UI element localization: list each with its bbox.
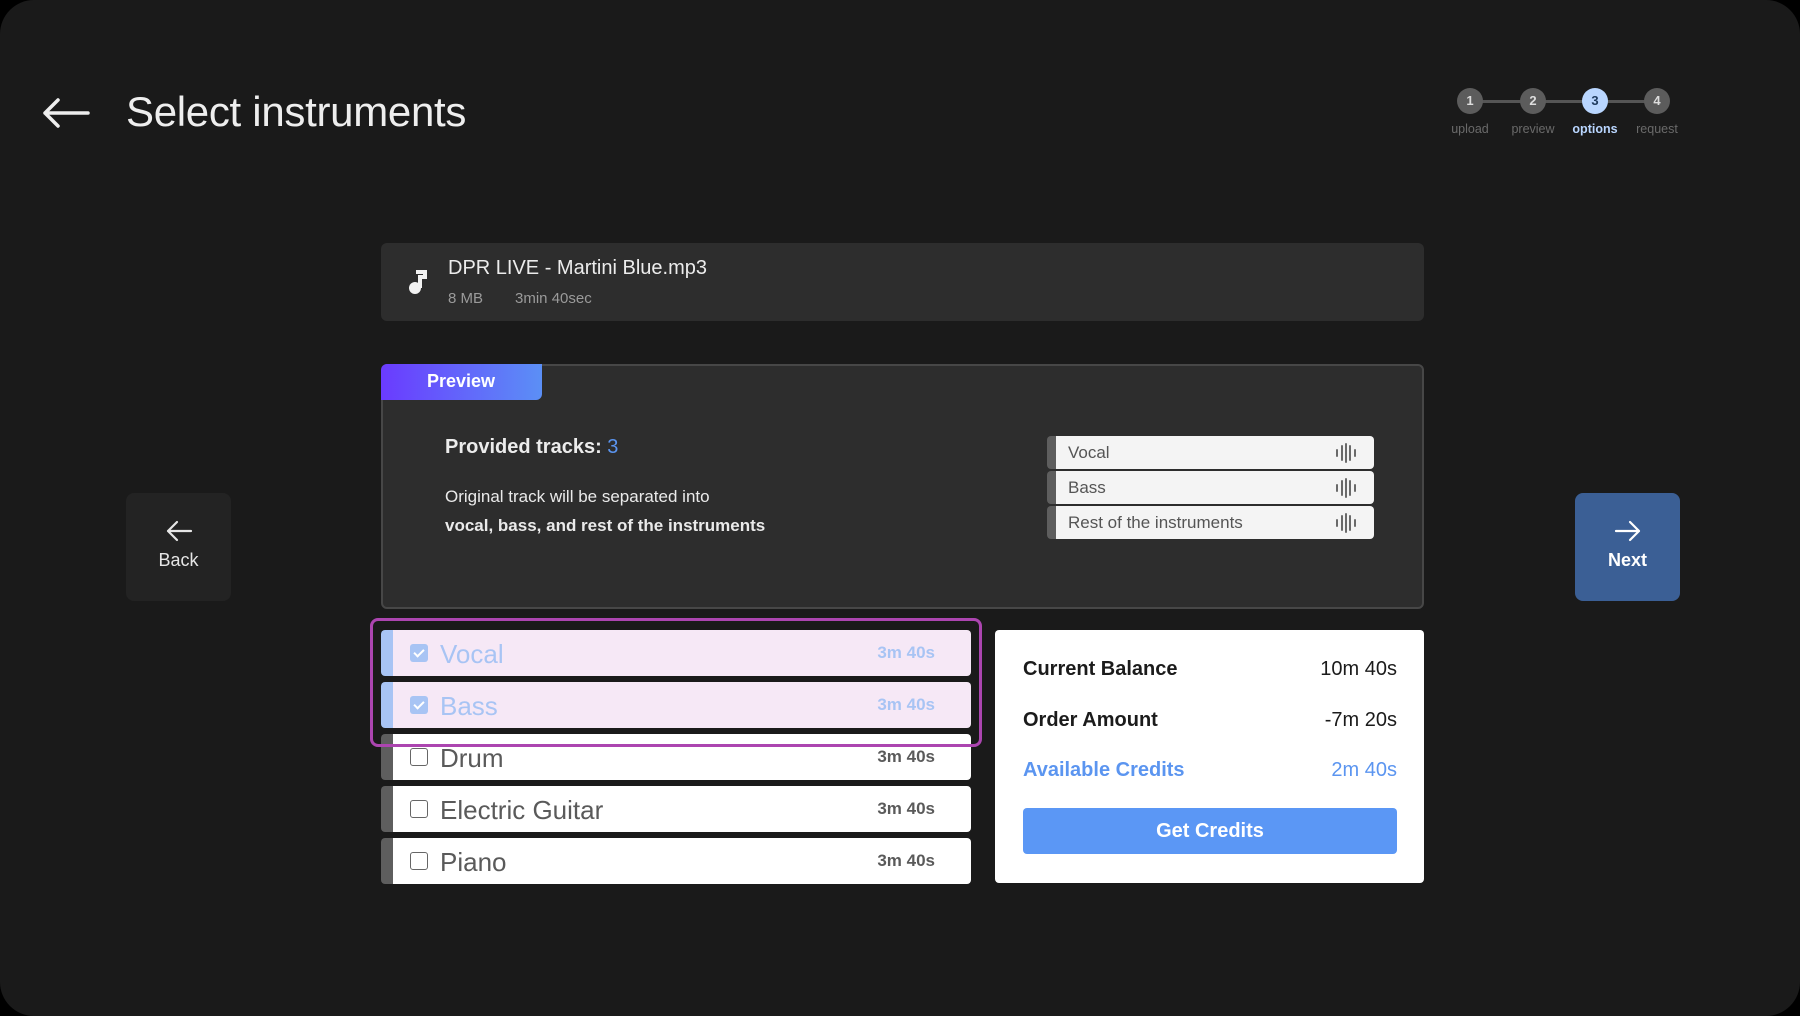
instrument-name: Vocal [440,639,504,669]
output-track[interactable]: Rest of the instruments [1047,506,1374,539]
waveform-icon[interactable] [1334,513,1358,533]
instrument-name: Drum [440,743,504,773]
step-upload[interactable]: 1 upload [1440,86,1500,136]
arrow-right-icon [1614,520,1640,542]
step-number: 3 [1582,88,1608,114]
step-label: preview [1511,122,1555,136]
order-amount-value: -7m 20s [1324,709,1397,731]
provided-tracks-count: 3 [607,436,619,458]
instrument-duration: 3m 40s [877,643,935,662]
instrument-item-vocal[interactable]: Vocal 3m 40s [381,630,971,676]
output-track[interactable]: Bass [1047,471,1374,504]
instrument-item-bass[interactable]: Bass 3m 40s [381,682,971,728]
file-duration: 3min 40sec [515,290,592,307]
instrument-duration: 3m 40s [877,695,935,714]
current-balance-label: Current Balance [1023,658,1178,680]
output-track-list: Vocal Bass Rest of the instruments [1047,436,1374,541]
preview-tab: Preview [381,364,542,400]
step-number: 4 [1644,88,1670,114]
checkbox[interactable] [410,852,428,870]
back-button[interactable]: Back [126,493,231,601]
step-label: upload [1451,122,1489,136]
step-number: 2 [1520,88,1546,114]
preview-description: Original track will be separated into vo… [445,482,765,540]
file-size: 8 MB [448,290,484,307]
track-name: Rest of the instruments [1068,513,1243,532]
description-line-2: vocal, bass, and rest of the instruments [445,516,766,535]
order-amount-label: Order Amount [1023,709,1158,731]
checkbox[interactable] [410,748,428,766]
progress-stepper: 1 upload 2 preview 3 options 4 request [1440,86,1690,146]
description-line-1: Original track will be separated into [445,487,710,506]
instrument-item-drum[interactable]: Drum 3m 40s [381,734,971,780]
step-number: 1 [1457,88,1483,114]
instrument-name: Electric Guitar [440,795,604,825]
checkbox-checked[interactable] [410,696,428,714]
waveform-icon[interactable] [1334,443,1358,463]
file-card: DPR LIVE - Martini Blue.mp3 8 MB 3min 40s… [381,243,1424,321]
step-preview[interactable]: 2 preview [1503,86,1563,136]
music-note-icon [409,270,427,294]
balance-card: Current Balance 10m 40s Order Amount -7m… [995,630,1424,883]
available-credits-label: Available Credits [1023,759,1185,781]
page-title: Select instruments [126,88,467,135]
step-request[interactable]: 4 request [1627,86,1687,136]
preview-panel: Preview Provided tracks: 3 Original trac… [381,364,1424,609]
back-button-label: Back [158,550,199,570]
track-name: Vocal [1068,443,1110,462]
arrow-left-icon [166,520,192,542]
checkbox[interactable] [410,800,428,818]
get-credits-button[interactable]: Get Credits [1023,808,1397,854]
next-button-label: Next [1607,550,1647,570]
waveform-icon[interactable] [1334,478,1358,498]
instrument-duration: 3m 40s [877,747,935,766]
output-track[interactable]: Vocal [1047,436,1374,469]
instrument-duration: 3m 40s [877,799,935,818]
available-credits-value: 2m 40s [1331,759,1397,781]
instrument-list: Vocal 3m 40s Bass 3m 40s Drum 3m 40s Ele… [381,630,971,890]
provided-tracks-label: Provided tracks: [445,436,602,458]
instrument-name: Piano [440,847,507,877]
instrument-item-electric-guitar[interactable]: Electric Guitar 3m 40s [381,786,971,832]
next-button[interactable]: Next [1575,493,1680,601]
app-frame: Select instruments 1 upload 2 preview 3 … [0,0,1800,1016]
step-label: options [1572,122,1618,136]
step-options[interactable]: 3 options [1565,86,1625,136]
instrument-duration: 3m 40s [877,851,935,870]
header-back-button[interactable] [40,96,92,130]
step-label: request [1636,122,1678,136]
arrow-left-icon [43,98,90,128]
file-meta: 8 MB 3min 40sec [448,290,592,307]
instrument-item-piano[interactable]: Piano 3m 40s [381,838,971,884]
current-balance-value: 10m 40s [1320,658,1397,680]
checkbox-checked[interactable] [410,644,428,662]
file-name: DPR LIVE - Martini Blue.mp3 [448,257,707,279]
instrument-name: Bass [440,691,498,721]
track-name: Bass [1068,478,1106,497]
provided-tracks: Provided tracks: 3 [445,436,618,459]
